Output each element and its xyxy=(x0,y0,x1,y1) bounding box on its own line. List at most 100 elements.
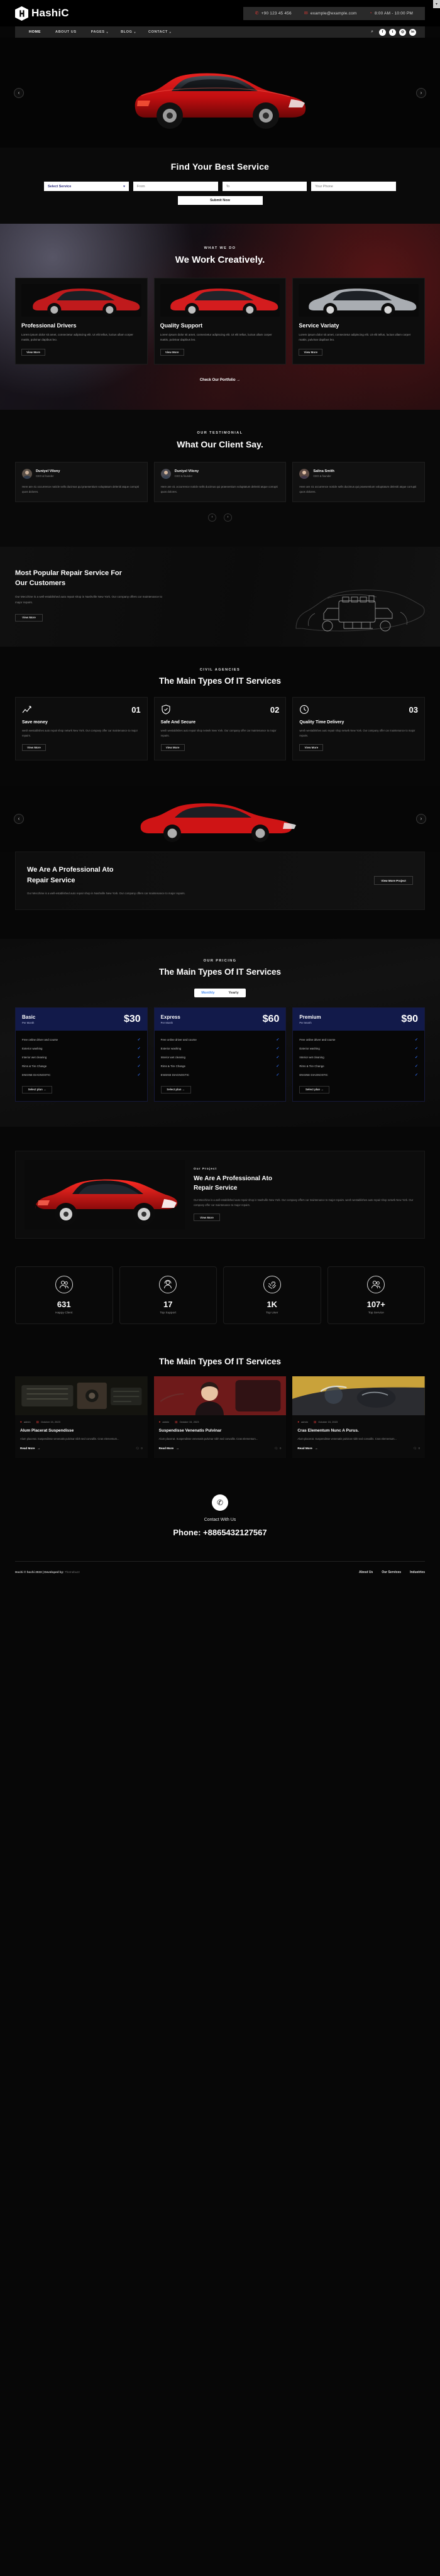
project-view-more-button[interactable]: View More xyxy=(194,1214,220,1222)
counter-card: 1K Top User xyxy=(223,1266,321,1324)
main-type-button[interactable]: View More xyxy=(22,744,46,752)
blog-meta: ● admin ▤ October 15, 2023 xyxy=(154,1415,287,1424)
footer-link-industries[interactable]: Industries xyxy=(410,1570,425,1574)
check-portfolio-link[interactable]: Check Our Portfolio → xyxy=(0,378,440,382)
to-input[interactable] xyxy=(222,182,307,191)
plan-feature: Exterior washing ✓ xyxy=(299,1044,418,1053)
service-card-button[interactable]: View More xyxy=(160,348,184,356)
pricing-plan-list: Basic Per Month $30 Free online driver a… xyxy=(0,1007,440,1102)
slider2-next-button[interactable]: › xyxy=(416,813,426,824)
scroll-arrow-top[interactable]: ▾ xyxy=(433,0,440,8)
read-more-link[interactable]: Read More → xyxy=(297,1447,317,1450)
nav-item-home[interactable]: HOME xyxy=(23,30,49,34)
toggle-monthly[interactable]: Monthly xyxy=(194,989,221,997)
plan-feature-label: Rims & Tire Change xyxy=(299,1065,324,1068)
from-input[interactable] xyxy=(133,182,218,191)
counter-label: Top User xyxy=(266,1311,278,1315)
footer-link-about-us[interactable]: About Us xyxy=(359,1570,373,1574)
main-type-number: 02 xyxy=(270,704,280,715)
footer-bottom: Hochi © hochi 2023 | Developed by: Theme… xyxy=(0,1562,440,1587)
main-type-title: Quality Time Delivery xyxy=(299,720,344,725)
main-type-button[interactable]: View More xyxy=(160,744,185,752)
footer-developer[interactable]: Themebuzz xyxy=(65,1570,80,1574)
testimonial-prev-button[interactable]: ‹ xyxy=(208,513,216,522)
top-phone[interactable]: ✆ +90 123 45 456 xyxy=(249,11,298,16)
plan-period: Per Month xyxy=(22,1021,35,1024)
testimonial-role: CEO & founder xyxy=(174,474,193,478)
phone-input[interactable] xyxy=(311,182,396,191)
hero-prev-button[interactable]: ‹ xyxy=(14,87,24,98)
blog-post-card[interactable]: ● admin ▤ October 15, 2023 Alum Placerat S… xyxy=(15,1376,148,1458)
arrow-right-icon: → xyxy=(176,1447,179,1450)
testimonial-name: Salina Smith xyxy=(313,469,334,474)
search-icon[interactable]: ⌕ xyxy=(371,30,373,35)
toggle-yearly[interactable]: Yearly xyxy=(221,989,245,997)
popular-view-more-button[interactable]: View More xyxy=(15,613,43,622)
service-card-button[interactable]: View More xyxy=(21,348,45,356)
plan-feature-label: Free online driver and course xyxy=(299,1038,336,1042)
footer-copyright: Hochi © hochi 2023 | Developed by: Theme… xyxy=(15,1570,80,1574)
read-more-link[interactable]: Read More → xyxy=(20,1447,40,1450)
plan-feature-label: Rims & Tire Change xyxy=(160,1065,185,1068)
nav-label: HOME xyxy=(29,30,41,34)
footer-copyright-text: Hochi © hochi 2023 | Developed by: xyxy=(15,1570,64,1574)
top-email[interactable]: ✉ example@example.com xyxy=(298,11,363,16)
avatar xyxy=(22,468,32,479)
contact-phone[interactable]: Phone: +8865432127567 xyxy=(0,1528,440,1537)
blog-author: ● admin xyxy=(159,1420,170,1424)
nav-item-blog[interactable]: BLOG ▾ xyxy=(114,30,142,34)
pricing-plan-card: Basic Per Month $30 Free online driver a… xyxy=(15,1007,148,1102)
pricing-plan-card: Premium Per Month $90 Free online driver… xyxy=(292,1007,426,1102)
plan-feature-label: Rims & Tire Change xyxy=(22,1065,47,1068)
plan-price: $90 xyxy=(401,1013,419,1024)
service-card[interactable]: Service Variaty Lorem ipsum dolor sit am… xyxy=(292,278,426,364)
brand-logo[interactable]: HashiC xyxy=(15,6,69,21)
plan-feature-label: Free online driver and course xyxy=(22,1038,58,1042)
blog-post-title[interactable]: Cras Elementum Nunc A Purus. xyxy=(292,1424,425,1433)
footer-link-our-services[interactable]: Our Services xyxy=(382,1570,401,1574)
blog-post-title[interactable]: Suspendisse Venenatis Pulvinar xyxy=(154,1424,287,1433)
check-icon: ✓ xyxy=(276,1038,280,1043)
linkedin-icon[interactable]: in xyxy=(409,28,416,36)
hero-next-button[interactable]: › xyxy=(416,87,426,98)
phone-circle-icon[interactable]: ✆ xyxy=(212,1494,228,1511)
twitter-icon[interactable]: t xyxy=(389,28,396,36)
envelope-icon: ✉ xyxy=(304,11,308,16)
select-plan-button[interactable]: Select plan → xyxy=(299,1085,330,1093)
popular-repair-section: Most Popular Repair Service For Our Cust… xyxy=(0,546,440,647)
plan-feature-label: ENGINE DIAGNOSTIC xyxy=(160,1073,190,1077)
blog-post-card[interactable]: ● admin ▤ October 15, 2023 Suspendisse Ven… xyxy=(153,1376,287,1458)
popular-repair-desc: Our Mecchine is a well-established auto … xyxy=(15,595,163,604)
service-select[interactable]: Select Service ▾ xyxy=(44,182,129,191)
facebook-icon[interactable]: f xyxy=(379,28,386,36)
blog-comment-number: 0 xyxy=(280,1447,282,1450)
counter-number: 17 xyxy=(163,1299,173,1309)
nav-label: CONTACT xyxy=(148,30,168,34)
service-card[interactable]: Quality Support Lorem ipsum dolor sit am… xyxy=(153,278,287,364)
read-more-link[interactable]: Read More → xyxy=(159,1447,179,1450)
blog-post-title[interactable]: Alum Placerat Suspendisse xyxy=(15,1424,148,1433)
select-plan-button[interactable]: Select plan → xyxy=(160,1085,191,1093)
testimonial-role: CEO & founder xyxy=(36,474,54,478)
slider2-prev-button[interactable]: ‹ xyxy=(14,813,24,824)
testimonial-next-button[interactable]: › xyxy=(224,513,232,522)
testimonial-meta: Duniyel Vilony CEO & founder xyxy=(22,468,141,479)
clock-quality-icon xyxy=(299,704,309,715)
blog-comment-count: 🗨 0 xyxy=(136,1447,143,1450)
blog-post-card[interactable]: ● admin ▤ October 15, 2023 Cras Elementum … xyxy=(292,1376,426,1458)
plan-feature: ENGINE DIAGNOSTIC ✓ xyxy=(161,1071,280,1080)
plan-feature: Rims & Tire Change ✓ xyxy=(299,1062,418,1071)
view-more-project-button[interactable]: View More Project xyxy=(374,876,413,885)
nav-item-about-us[interactable]: ABOUT US xyxy=(49,30,85,34)
service-card[interactable]: Professional Drivers Lorem ipsum dolor s… xyxy=(15,278,148,364)
pricing-plan-card: Express Per Month $60 Free online driver… xyxy=(153,1007,287,1102)
submit-now-button[interactable]: Submit Now xyxy=(177,196,263,205)
select-plan-button[interactable]: Select plan → xyxy=(22,1085,52,1093)
service-card-button[interactable]: View More xyxy=(299,348,323,356)
main-type-button[interactable]: View More xyxy=(299,744,324,752)
nav-item-contact[interactable]: CONTACT ▾ xyxy=(142,30,177,34)
nav-item-pages[interactable]: PAGES ▾ xyxy=(85,30,114,34)
testimonial-name: Duniyel Vilony xyxy=(174,469,199,474)
instagram-icon[interactable]: ◎ xyxy=(399,28,406,36)
avatar xyxy=(160,468,171,479)
